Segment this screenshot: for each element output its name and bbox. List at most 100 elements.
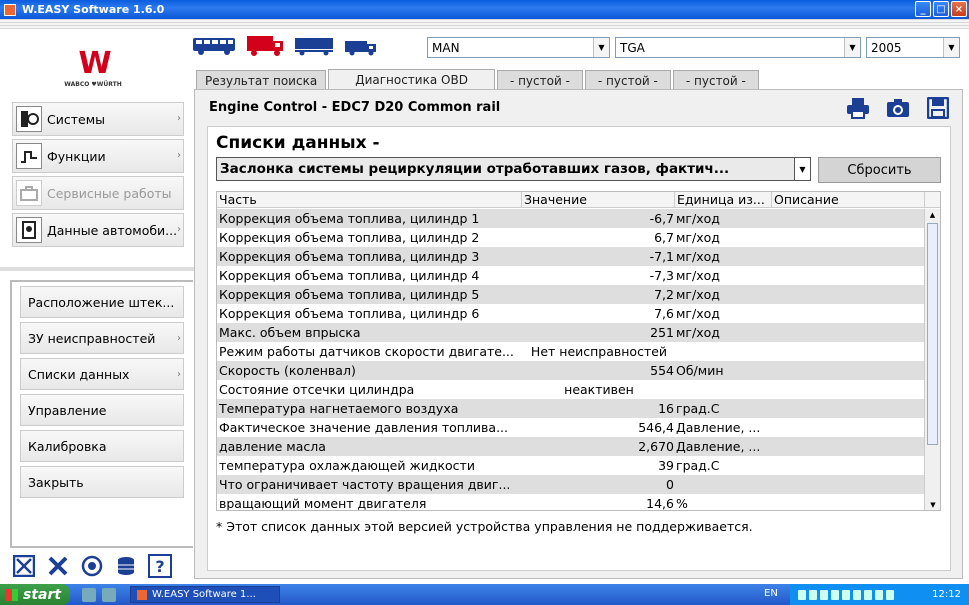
column-header-unit[interactable]: Единица из... <box>675 192 772 207</box>
column-header-value[interactable]: Значение <box>522 192 675 207</box>
logo-text: WABCO ♥WÜRTH <box>64 81 122 88</box>
ecu-title: Engine Control - EDC7 D20 Common rail <box>209 100 501 115</box>
sidebar-item-control[interactable]: Управление <box>20 394 184 426</box>
taskbar: start W.EASY Software 1... EN 12:12 <box>0 584 969 605</box>
truck-red-icon[interactable] <box>246 36 284 56</box>
sidebar-item-service[interactable]: Сервисные работы <box>12 176 184 210</box>
semi-truck-icon[interactable] <box>294 36 334 56</box>
sidebar-item-data-lists[interactable]: Списки данных › <box>20 358 184 390</box>
data-list-select[interactable]: Заслонка системы рециркуляции отработавш… <box>216 157 811 181</box>
cell-value: 16 <box>658 401 674 416</box>
reset-button[interactable]: Сбросить <box>818 157 941 183</box>
brand-select[interactable]: MAN ▼ <box>427 37 610 58</box>
update-icon[interactable] <box>80 554 104 578</box>
cell-part: Коррекция объема топлива, цилиндр 3 <box>219 249 480 264</box>
sidebar-item-close[interactable]: Закрыть <box>20 466 184 498</box>
chevron-down-icon[interactable]: ▼ <box>943 38 959 57</box>
table-row[interactable]: Что ограничивает частоту вращения двиг..… <box>217 475 925 494</box>
tools-icon[interactable] <box>46 554 70 578</box>
chevron-down-icon[interactable]: ▼ <box>593 38 609 57</box>
maximize-button[interactable]: □ <box>933 1 949 17</box>
model-select[interactable]: TGA ▼ <box>615 37 861 58</box>
column-header-part[interactable]: Часть <box>217 192 522 207</box>
table-row[interactable]: Фактическое значение давления топлива...… <box>217 418 925 437</box>
tab-empty-3[interactable]: - пустой - <box>672 70 759 90</box>
column-header-description[interactable]: Описание <box>772 192 925 207</box>
sidebar-item-functions[interactable]: Функции › <box>12 139 184 173</box>
vertical-scrollbar[interactable]: ▲ ▼ <box>924 209 940 510</box>
scroll-up-icon[interactable]: ▲ <box>925 209 940 221</box>
bus-icon[interactable] <box>192 36 236 56</box>
start-button[interactable]: start <box>0 584 70 605</box>
wifi-icon[interactable] <box>875 589 883 600</box>
cell-part: Что ограничивает частоту вращения двиг..… <box>219 477 511 492</box>
table-row[interactable]: Коррекция объема топлива, цилиндр 4 -7,3 м… <box>217 266 925 285</box>
cell-part: Фактическое значение давления топлива... <box>219 420 509 435</box>
data-grid: Часть Значение Единица из... Описание Ко… <box>216 191 941 511</box>
cell-unit: Об/мин <box>676 363 724 378</box>
tab-obd-diagnostics[interactable]: Диагностика OBD <box>328 69 495 90</box>
table-row[interactable]: Коррекция объема топлива, цилиндр 1 -6,7 м… <box>217 209 925 228</box>
close-button[interactable]: × <box>951 1 967 17</box>
year-select[interactable]: 2005 ▼ <box>866 37 960 58</box>
start-label: start <box>23 586 62 603</box>
bluetooth-icon[interactable] <box>886 589 894 600</box>
language-indicator[interactable]: EN <box>764 588 778 599</box>
table-row[interactable]: Коррекция объема топлива, цилиндр 3 -7,1 м… <box>217 247 925 266</box>
tray-icon[interactable] <box>853 589 861 600</box>
tab-search-results[interactable]: Результат поиска <box>196 70 327 90</box>
chevron-right-icon: › <box>177 150 181 161</box>
cell-unit: град.С <box>676 401 720 416</box>
help-icon[interactable]: ? <box>148 554 172 578</box>
table-row[interactable]: давление масла 2,670 Давление, ... <box>217 437 925 456</box>
footnote: * Этот список данных этой версией устрой… <box>216 519 753 534</box>
chevron-down-icon[interactable]: ▼ <box>844 38 860 57</box>
sidebar-item-vehicle-data[interactable]: Данные автомоби... › <box>12 213 184 247</box>
cell-value: 14,6 <box>646 496 674 511</box>
media-icon[interactable] <box>102 587 116 602</box>
cell-part: Макс. объем впрыска <box>219 325 361 340</box>
app-icon <box>4 3 16 16</box>
tray-icon[interactable] <box>831 589 839 600</box>
tray-icon[interactable] <box>842 589 850 600</box>
table-row[interactable]: вращающий момент двигателя 14,6% <box>217 494 925 511</box>
window-title: W.EASY Software 1.6.0 <box>22 3 165 16</box>
tab-empty-1[interactable]: - пустой - <box>496 70 583 90</box>
tray-icon[interactable] <box>864 589 872 600</box>
sidebar-item-fault-memory[interactable]: ЗУ неисправностей › <box>20 322 184 354</box>
cell-value: -7,3 <box>649 268 674 283</box>
tray-icon[interactable] <box>798 589 806 600</box>
chevron-down-icon[interactable]: ▼ <box>794 158 810 180</box>
table-row[interactable]: Коррекция объема топлива, цилиндр 5 7,2 мг… <box>217 285 925 304</box>
cell-part: Состояние отсечки цилиндра <box>219 382 415 397</box>
close-box-icon[interactable] <box>12 554 36 578</box>
systems-icon <box>16 106 42 132</box>
database-icon[interactable] <box>114 554 138 578</box>
table-row[interactable]: Режим работы датчиков скорости двигате..… <box>217 342 925 361</box>
sidebar-item-label: Данные автомоби... <box>47 222 178 238</box>
table-row[interactable]: Температура нагнетаемого воздуха 16 град.С <box>217 399 925 418</box>
print-icon[interactable] <box>846 96 870 120</box>
sidebar-item-calibration[interactable]: Калибровка <box>20 430 184 462</box>
table-row[interactable]: Коррекция объема топлива, цилиндр 6 7,6 мг… <box>217 304 925 323</box>
save-icon[interactable] <box>926 96 950 120</box>
table-row[interactable]: Состояние отсечки цилиндра неактивен <box>217 380 925 399</box>
tab-empty-2[interactable]: - пустой - <box>584 70 671 90</box>
tray-icon[interactable] <box>820 589 828 600</box>
table-row[interactable]: Скорость (коленвал) 554 Об/мин <box>217 361 925 380</box>
scroll-down-icon[interactable]: ▼ <box>925 499 940 510</box>
minimize-button[interactable]: _ <box>915 1 931 17</box>
header-stripe <box>0 19 969 29</box>
scroll-thumb[interactable] <box>927 223 938 445</box>
sidebar-item-systems[interactable]: Системы › <box>12 102 184 136</box>
table-row[interactable]: температура охлаждающей жидкости 39 град.С <box>217 456 925 475</box>
camera-icon[interactable] <box>886 96 910 120</box>
taskbar-app-button[interactable]: W.EASY Software 1... <box>130 586 280 603</box>
tray-icon[interactable] <box>809 589 817 600</box>
cell-value: 6,7 <box>654 230 674 245</box>
table-row[interactable]: Макс. объем впрыска 251 мг/ход <box>217 323 925 342</box>
table-row[interactable]: Коррекция объема топлива, цилиндр 2 6,7 мг… <box>217 228 925 247</box>
browser-icon[interactable] <box>82 587 96 602</box>
sidebar-item-connector-location[interactable]: Расположение штек... <box>20 286 184 318</box>
van-icon[interactable] <box>344 36 378 56</box>
